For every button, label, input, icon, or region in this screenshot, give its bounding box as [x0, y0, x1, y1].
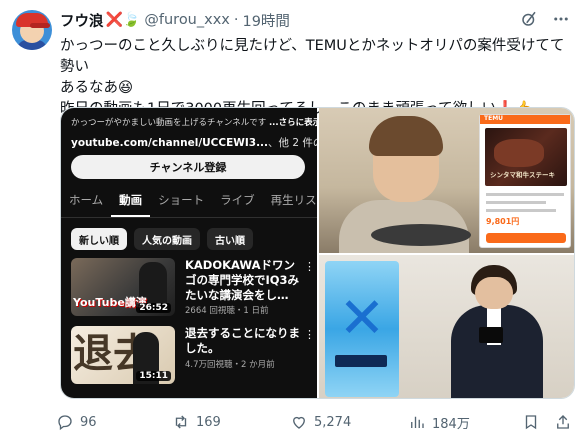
video-item: 退去 15:11 退去することになりました。 4.7万回視聴・2 か月前 ⋮ [71, 326, 317, 384]
author-display-name[interactable]: フウ浪 [60, 10, 104, 31]
sort-chips: 新しい順 人気の動画 古い順 [71, 228, 253, 250]
product-price: 9,801円 [486, 217, 520, 226]
media-image-steak-review[interactable]: TEMU シンタマ和牛ステーキ 9,801円 [319, 108, 574, 253]
bookmark-button[interactable] [522, 413, 540, 431]
tab-shorts: ショート [158, 193, 205, 207]
show-more-link: ...さらに表示 [268, 118, 317, 128]
channel-url: youtube.com/channel/UCCEWI3... [71, 137, 269, 149]
avatar[interactable] [12, 10, 52, 50]
video-more-icon: ⋮ [304, 328, 315, 341]
video-title: KADOKAWAドワンゴの専門学校でIQ3みたいな講演会をし… [185, 258, 300, 302]
share-button[interactable] [554, 413, 572, 431]
tab-live: ライブ [220, 193, 255, 207]
video-duration: 15:11 [136, 371, 171, 381]
heart-icon [293, 416, 305, 429]
video-item: YouTube講演 26:52 KADOKAWAドワンゴの専門学校でIQ3みたい… [71, 258, 317, 316]
reply-count: 96 [80, 414, 97, 430]
like-count: 5,274 [314, 414, 352, 430]
video-meta: 2664 回視聴・1 日前 [185, 306, 269, 316]
channel-description: かっつーがやかましい動画を上げるチャンネルです ...さらに表示 [71, 116, 317, 128]
views-count: 184万 [432, 416, 470, 432]
retweet-icon [175, 415, 187, 429]
reply-icon [58, 415, 72, 431]
bookmark-icon [525, 415, 537, 430]
subscribe-button: チャンネル登録 [71, 155, 305, 179]
channel-link: youtube.com/channel/UCCEWI3...、他 2 件のリンク [71, 135, 317, 150]
video-more-icon: ⋮ [304, 260, 315, 273]
header-separator: · [233, 12, 239, 28]
views-button[interactable]: 184万 [408, 413, 470, 432]
like-button[interactable]: 5,274 [290, 413, 351, 431]
product-title: シンタマ和牛ステーキ [490, 171, 555, 179]
channel-description-text: かっつーがやかましい動画を上げるチャンネルです [71, 118, 267, 128]
author-name-emoji: ❌🍃 [105, 12, 141, 28]
share-icon [557, 415, 569, 429]
more-options-icon[interactable] [552, 10, 570, 28]
media-image-card-pack[interactable]: ✕ [319, 255, 574, 398]
video-title: 退去することになりました。 [185, 326, 300, 355]
video-thumbnail: 退去 15:11 [71, 326, 175, 384]
reply-button[interactable]: 96 [56, 413, 97, 431]
grok-icon[interactable] [520, 10, 538, 28]
chip-newest: 新しい順 [71, 228, 127, 250]
channel-link-more: 、他 2 件のリンク [268, 137, 317, 149]
channel-tabs: ホーム 動画 ショート ライブ 再生リス [61, 192, 317, 218]
tab-playlists: 再生リス [270, 193, 317, 207]
tweet-header: フウ浪 ❌🍃 @furou_xxx · 19時間 [60, 10, 570, 30]
video-meta: 4.7万回視聴・2 か月前 [185, 360, 275, 370]
author-handle[interactable]: @furou_xxx [144, 12, 230, 28]
views-icon [411, 416, 424, 428]
tweet-timestamp[interactable]: 19時間 [242, 10, 289, 31]
x-logo-icon: ✕ [338, 286, 386, 351]
tweet-text-line: かっつーのこと久しぶりに見たけど、TEMUとかネットオリパの案件受けてて勢い [60, 38, 565, 75]
media-grid: かっつーがやかましい動画を上げるチャンネルです ...さらに表示 youtube… [60, 107, 575, 399]
media-image-youtube-screenshot[interactable]: かっつーがやかましい動画を上げるチャンネルです ...さらに表示 youtube… [61, 108, 317, 398]
retweet-count: 169 [196, 414, 221, 430]
tab-home: ホーム [69, 193, 104, 207]
retweet-button[interactable]: 169 [172, 413, 221, 431]
store-name: TEMU [484, 115, 504, 122]
product-card: TEMU シンタマ和牛ステーキ 9,801円 [479, 114, 571, 248]
chip-oldest: 古い順 [207, 228, 253, 250]
tab-videos: 動画 [111, 192, 151, 217]
tweet-text-line: あるなあ😆 [60, 80, 134, 96]
tweet-action-bar: 96 169 5,274 184万 [56, 412, 572, 432]
video-duration: 26:52 [136, 303, 171, 313]
video-thumbnail: YouTube講演 26:52 [71, 258, 175, 316]
chip-popular: 人気の動画 [134, 228, 200, 250]
